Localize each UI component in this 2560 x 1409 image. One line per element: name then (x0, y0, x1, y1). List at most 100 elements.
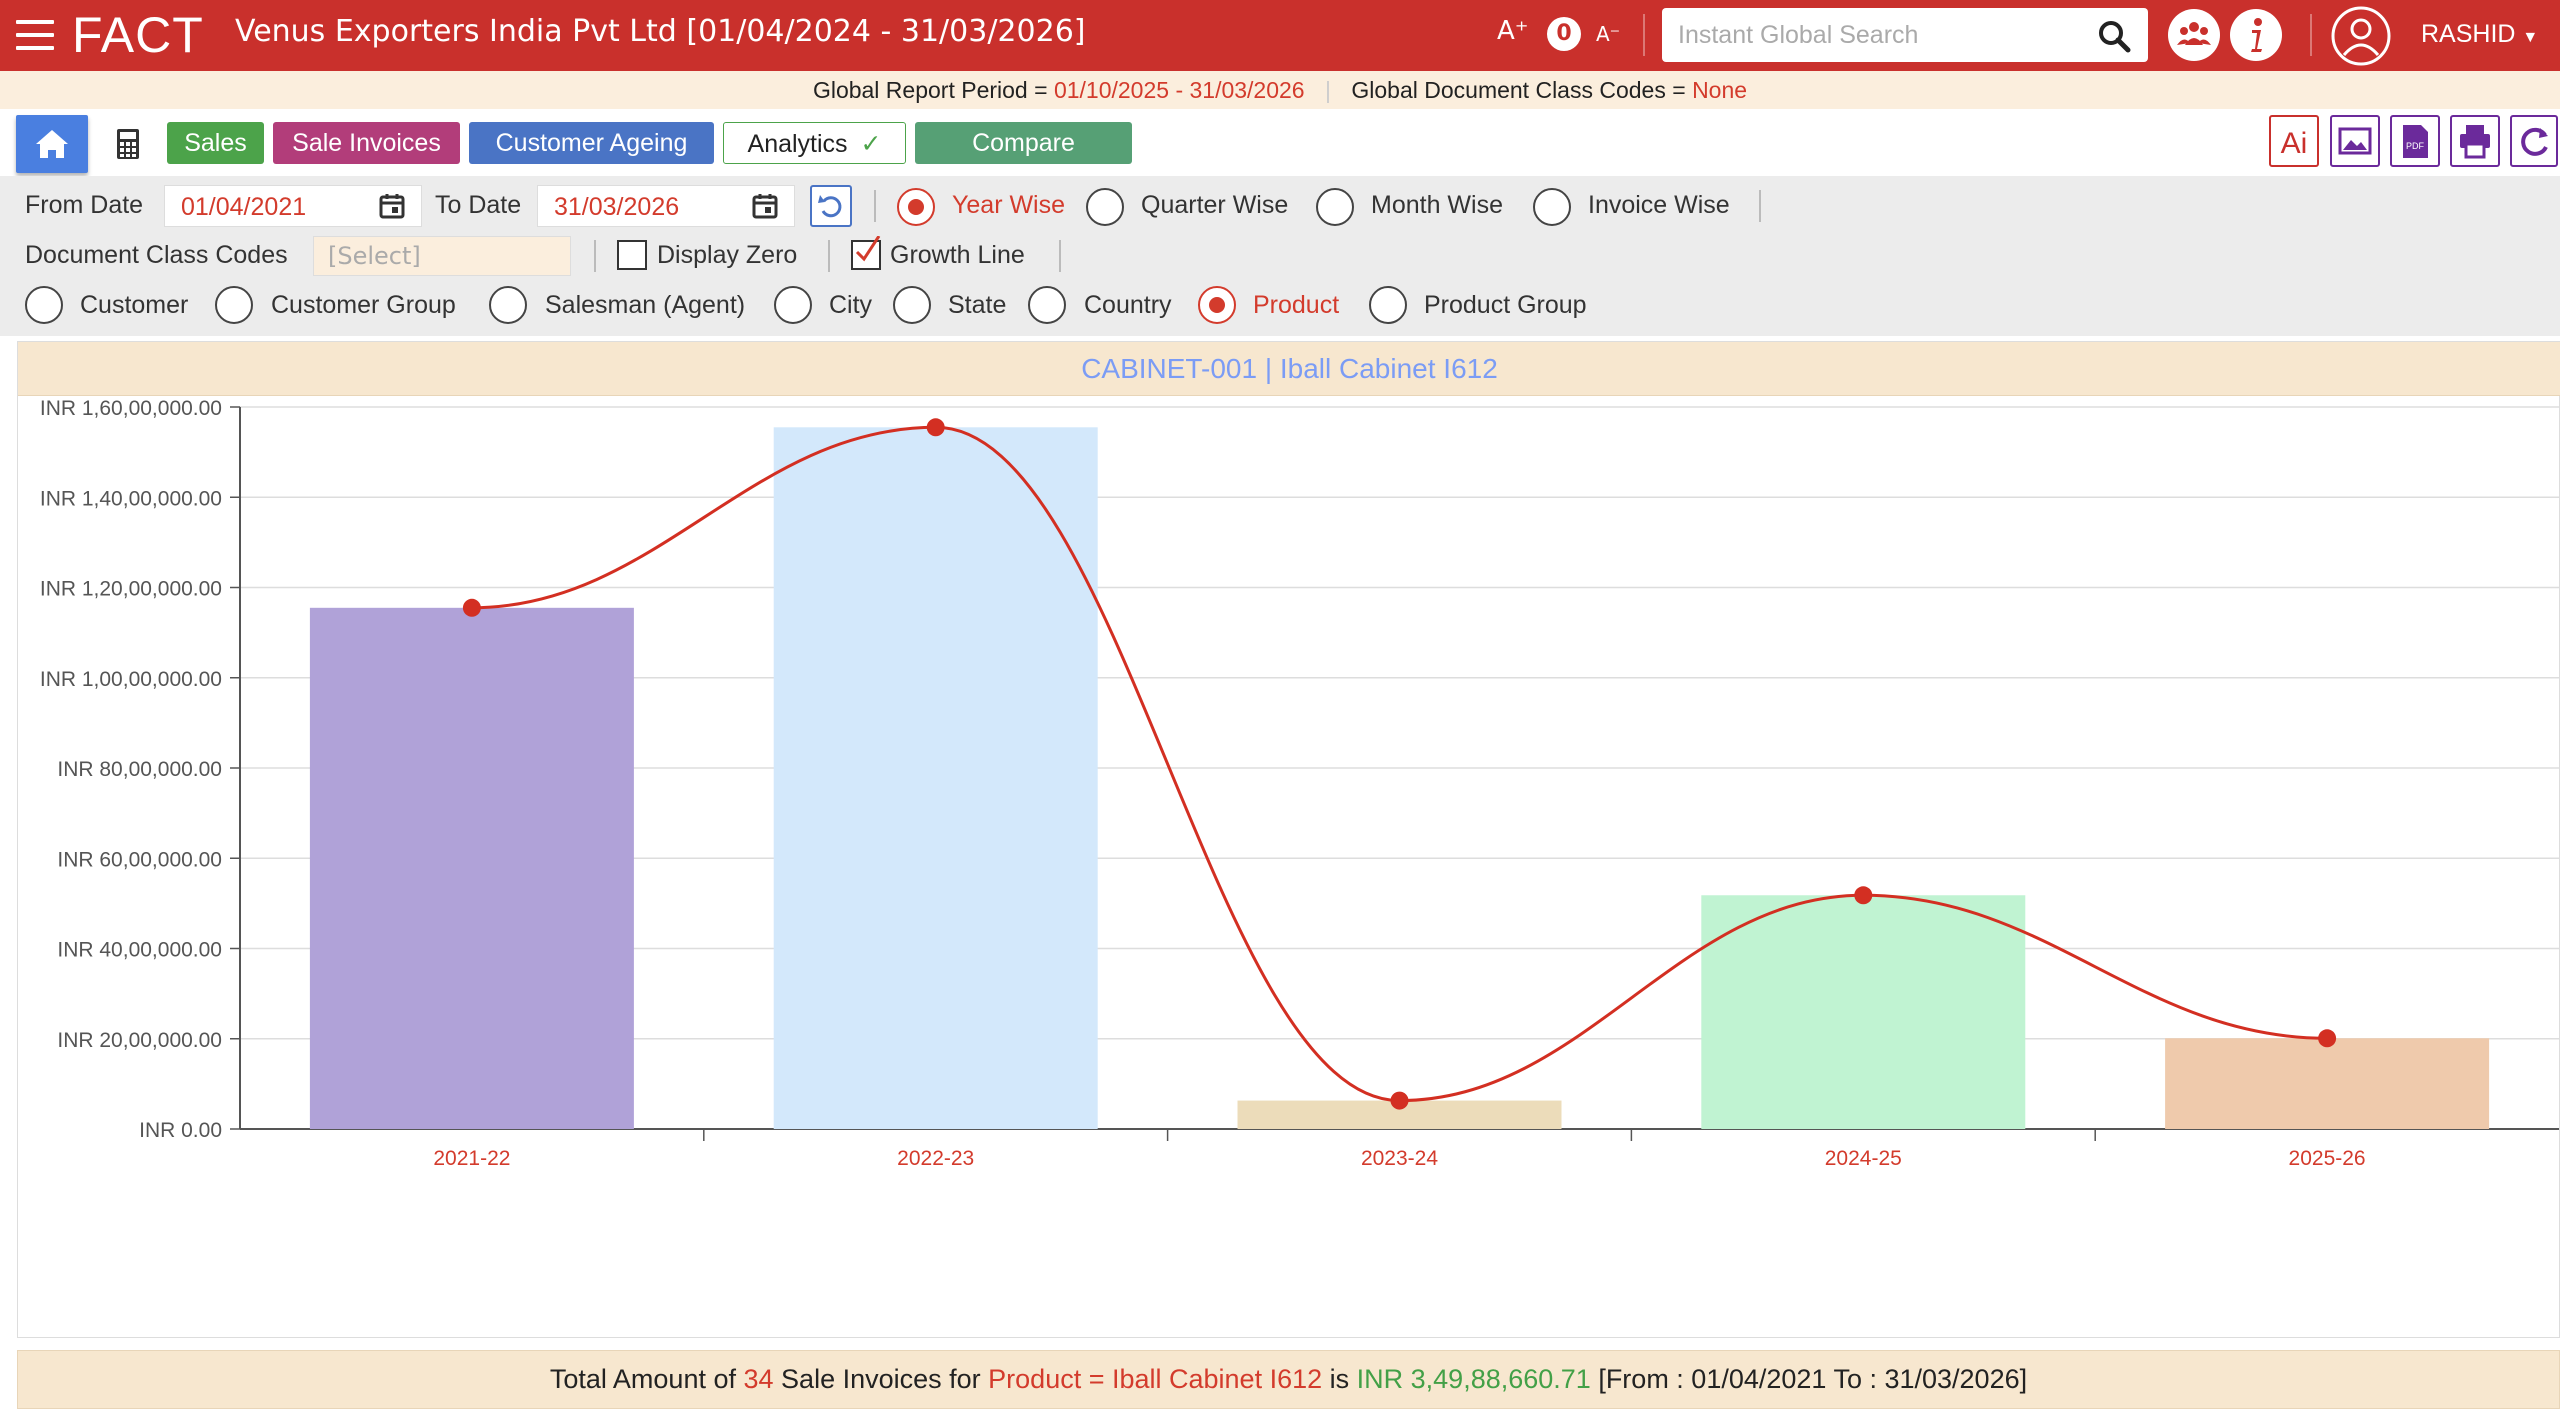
svg-text:Ai: Ai (2281, 127, 2308, 160)
country-label: Country (1084, 291, 1172, 319)
bar (309, 607, 634, 1129)
radio-customer-group[interactable] (215, 286, 253, 324)
growth-point (1390, 1091, 1409, 1110)
y-tick-label: INR 80,00,000.00 (57, 758, 222, 781)
username-label: RASHID (2421, 20, 2516, 48)
growth-point (2318, 1029, 2337, 1048)
radio-product[interactable] (1198, 286, 1236, 324)
tab-sale-invoices[interactable]: Sale Invoices (273, 122, 460, 164)
radio-state[interactable] (893, 286, 931, 324)
tab-customer-ageing[interactable]: Customer Ageing (469, 122, 714, 164)
month-wise-label: Month Wise (1371, 191, 1503, 219)
print-icon[interactable] (2450, 115, 2500, 167)
font-decrease-button[interactable]: A⁻ (1596, 22, 1620, 46)
growth-line-label: Growth Line (890, 241, 1025, 269)
radio-year-wise[interactable] (897, 188, 935, 226)
salesman-label: Salesman (Agent) (545, 291, 746, 319)
radio-quarter-wise[interactable] (1086, 188, 1124, 226)
home-icon (36, 130, 68, 158)
year-wise-label: Year Wise (952, 191, 1066, 219)
doc-class-codes-select[interactable]: [Select] (313, 236, 571, 276)
y-tick-label: INR 1,40,00,000.00 (40, 487, 222, 510)
reset-dates-button[interactable] (810, 185, 852, 227)
divider (594, 240, 596, 272)
period-value: 01/10/2025 - 31/03/2026 (1053, 77, 1305, 103)
app-logo[interactable]: FACT (72, 6, 204, 64)
summary-text: is (1322, 1364, 1357, 1394)
codes-label: Global Document Class Codes = (1351, 77, 1693, 103)
chart-title: CABINET-001 | Iball Cabinet I612 (18, 342, 2560, 396)
display-zero-label: Display Zero (657, 241, 798, 269)
toolbar: Sales Sale Invoices Customer Ageing Anal… (0, 109, 2560, 176)
product-group-label: Product Group (1424, 291, 1587, 319)
divider (828, 240, 830, 272)
radio-month-wise[interactable] (1316, 188, 1354, 226)
user-avatar-icon[interactable] (2330, 5, 2392, 67)
product-label: Product (1253, 291, 1340, 319)
check-icon (855, 236, 881, 262)
global-search-input[interactable] (1662, 8, 2148, 62)
y-tick-label: INR 0.00 (139, 1119, 222, 1142)
growth-line-checkbox[interactable] (851, 236, 881, 270)
check-icon: ✓ (860, 130, 882, 158)
user-menu[interactable]: RASHID ▼ (2421, 20, 2538, 49)
tab-analytics[interactable]: Analytics ✓ (723, 122, 906, 164)
radio-country[interactable] (1028, 286, 1066, 324)
x-tick-label: 2021-22 (433, 1147, 510, 1170)
bar (1701, 895, 2026, 1129)
x-tick-label: 2024-25 (1825, 1147, 1902, 1170)
divider (1059, 240, 1061, 272)
svg-text:PDF: PDF (2406, 141, 2425, 151)
divider: | (1325, 77, 1331, 103)
filter-panel: From Date 01/04/2021 To Date 31/03/2026 … (0, 176, 2560, 336)
tab-sales[interactable]: Sales (167, 122, 264, 164)
bar (773, 427, 1098, 1129)
chart-panel: CABINET-001 | Iball Cabinet I612 INR 0.0… (17, 341, 2560, 1338)
calculator-icon[interactable] (115, 128, 141, 160)
x-tick-label: 2025-26 (2289, 1147, 2366, 1170)
home-button[interactable] (16, 115, 88, 173)
global-period-bar: Global Report Period = 01/10/2025 - 31/0… (0, 71, 2560, 109)
summary-text: Total Amount of (549, 1364, 744, 1394)
product-filter: Product = Iball Cabinet I612 (988, 1364, 1323, 1394)
state-label: State (948, 291, 1007, 319)
y-tick-label: INR 20,00,000.00 (57, 1029, 222, 1052)
city-label: City (829, 291, 873, 319)
invoice-count: 34 (743, 1364, 774, 1394)
search-icon[interactable] (2096, 18, 2132, 54)
users-icon[interactable] (2168, 9, 2220, 61)
refresh-icon[interactable] (2510, 115, 2558, 167)
calendar-icon[interactable] (752, 193, 778, 219)
codes-value: None (1692, 77, 1748, 103)
bar (2165, 1038, 2490, 1129)
radio-product-group[interactable] (1369, 286, 1407, 324)
from-date-label: From Date (25, 191, 144, 219)
font-reset-button[interactable]: 0 (1547, 17, 1581, 51)
y-tick-label: INR 1,60,00,000.00 (40, 397, 222, 420)
y-tick-label: INR 1,20,00,000.00 (40, 578, 222, 601)
ai-icon[interactable]: Ai (2269, 115, 2319, 167)
divider (1759, 190, 1761, 222)
image-export-icon[interactable] (2330, 115, 2380, 167)
period-label: Global Report Period = (812, 77, 1054, 103)
growth-line (471, 425, 2328, 1103)
bar-chart: INR 0.00 INR 20,00,000.00 INR 40,00,000.00… (40, 397, 2559, 1170)
divider (874, 190, 876, 222)
radio-customer[interactable] (25, 286, 63, 324)
font-increase-button[interactable]: A⁺ (1497, 16, 1529, 46)
display-zero-checkbox[interactable] (617, 240, 647, 270)
menu-icon[interactable] (16, 20, 54, 50)
to-date-label: To Date (435, 191, 522, 219)
total-amount: INR 3,49,88,660.71 (1356, 1364, 1591, 1394)
radio-city[interactable] (774, 286, 812, 324)
calendar-icon[interactable] (379, 193, 405, 219)
radio-invoice-wise[interactable] (1533, 188, 1571, 226)
growth-point (462, 598, 481, 617)
info-icon[interactable] (2230, 9, 2282, 61)
tab-compare[interactable]: Compare (915, 122, 1132, 164)
growth-point (1854, 886, 1873, 905)
pdf-export-icon[interactable]: PDF (2390, 115, 2440, 167)
y-tick-label: INR 1,00,00,000.00 (40, 668, 222, 691)
customer-group-label: Customer Group (271, 291, 456, 319)
radio-salesman[interactable] (489, 286, 527, 324)
